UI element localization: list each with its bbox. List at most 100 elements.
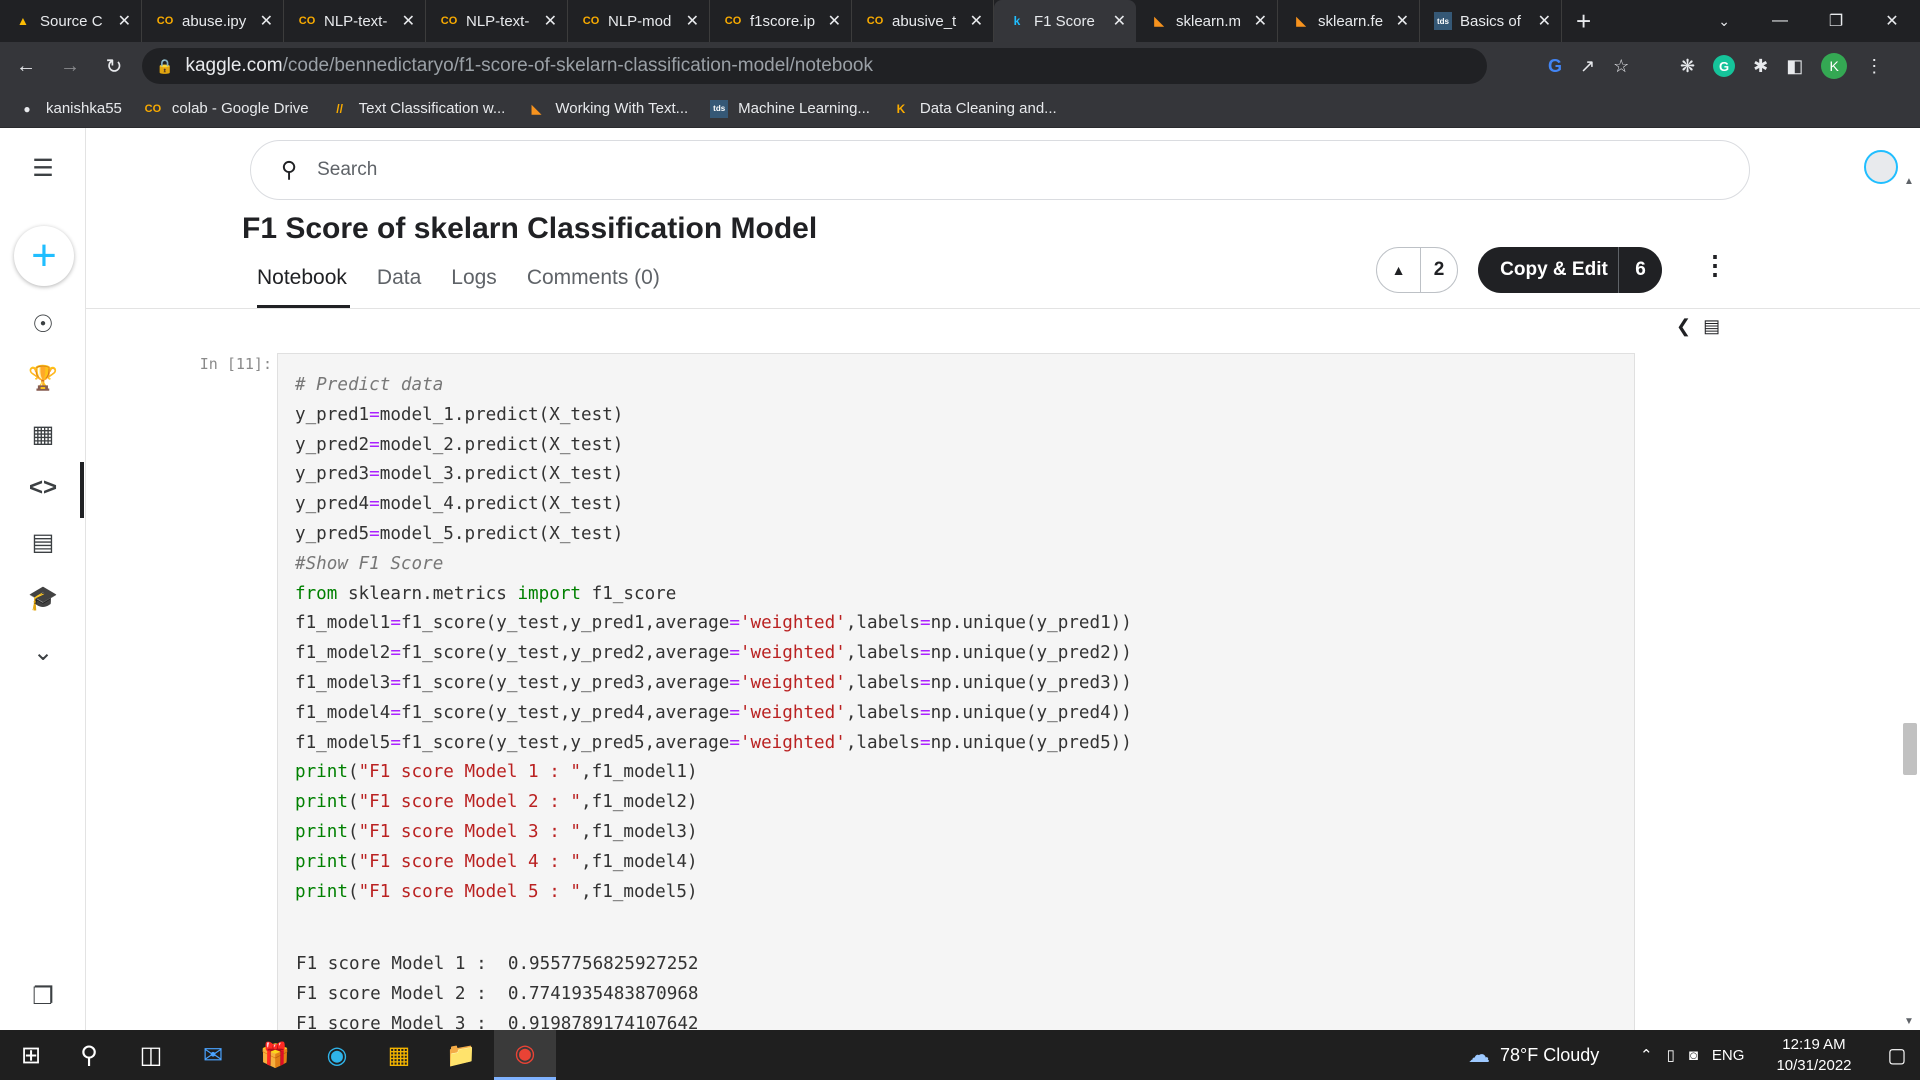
scrollbar-thumb[interactable] (1903, 723, 1917, 775)
scroll-up-arrow-icon[interactable]: ▲ (1904, 176, 1914, 187)
reload-icon[interactable]: ↻ (96, 48, 132, 84)
browser-tab[interactable]: CO NLP-text- ✕ (284, 0, 426, 42)
chrome-taskbar-icon[interactable]: ◉ (494, 1030, 556, 1080)
address-bar[interactable]: 🔒 kaggle.com/code/bennedictaryo/f1-score… (142, 48, 1487, 84)
tab-search-icon[interactable]: ⌄ (1718, 0, 1730, 42)
edge-icon[interactable]: ◉ (306, 1030, 368, 1080)
recently-viewed-icon[interactable]: ❐ (0, 976, 86, 1016)
tab-close-icon[interactable]: ✕ (686, 11, 699, 31)
bookmark-item[interactable]: tds Machine Learning... (710, 99, 870, 118)
table-of-contents-icon[interactable]: ▤ (1703, 316, 1720, 337)
forward-icon[interactable]: → (52, 48, 88, 84)
tray-chevron-up-icon[interactable]: ⌃ (1640, 1046, 1653, 1064)
profile-avatar[interactable]: K (1821, 53, 1848, 79)
clock[interactable]: 12:19 AM 10/31/2022 (1760, 1034, 1868, 1076)
code-token: 'weighted' (739, 702, 846, 723)
bookmark-item[interactable]: ● kanishka55 (18, 100, 122, 118)
copy-edit-button[interactable]: Copy & Edit 6 (1478, 247, 1662, 293)
learn-icon[interactable]: 🎓 (0, 578, 86, 618)
tab-logs[interactable]: Logs (451, 266, 497, 290)
browser-tab[interactable]: k F1 Score ✕ (994, 0, 1136, 42)
new-tab-button[interactable]: + (1576, 0, 1591, 42)
code-token: y_pred3 (295, 464, 370, 485)
code-token: ,labels (845, 732, 920, 753)
share-icon[interactable]: ↗ (1580, 56, 1595, 77)
tab-close-icon[interactable]: ✕ (1538, 11, 1551, 31)
compass-icon[interactable]: ☉ (0, 304, 86, 344)
browser-tab[interactable]: ◣ sklearn.fe ✕ (1278, 0, 1420, 42)
battery-icon[interactable]: ▯ (1667, 1046, 1675, 1064)
browser-tab[interactable]: CO NLP-mod ✕ (568, 0, 710, 42)
side-panel-icon[interactable]: ◧ (1786, 56, 1803, 77)
minimize-icon[interactable]: — (1752, 0, 1808, 42)
browser-tab[interactable]: ◣ sklearn.m ✕ (1136, 0, 1278, 42)
back-icon[interactable]: ← (8, 48, 44, 84)
browser-tab[interactable]: CO abuse.ipy ✕ (142, 0, 284, 42)
store-icon[interactable]: ▦ (368, 1030, 430, 1080)
user-avatar[interactable] (1864, 150, 1898, 184)
scroll-down-arrow-icon[interactable]: ▼ (1904, 1016, 1914, 1027)
create-button[interactable]: + (14, 226, 74, 286)
code-icon[interactable]: <> (0, 468, 86, 508)
chevron-left-icon[interactable]: ❮ (1676, 316, 1691, 337)
chrome-menu-icon[interactable]: ⋮ (1865, 56, 1883, 77)
tab-close-icon[interactable]: ✕ (828, 11, 841, 31)
grammarly-icon[interactable]: G (1713, 55, 1736, 77)
search-input[interactable]: ⚲ Search (250, 140, 1750, 200)
tab-close-icon[interactable]: ✕ (402, 11, 415, 31)
trophy-icon[interactable]: 🏆 (0, 358, 86, 398)
bookmark-item[interactable]: ◣ Working With Text... (527, 100, 688, 118)
taskbar-search-icon[interactable]: ⚲ (58, 1030, 120, 1080)
notifications-icon[interactable]: ▢ (1874, 1030, 1920, 1080)
bookmark-item[interactable]: CO colab - Google Drive (144, 100, 309, 118)
chevron-down-icon[interactable]: ⌄ (0, 632, 86, 672)
upvote-arrow-icon[interactable]: ▲ (1377, 247, 1421, 293)
restore-icon[interactable]: ❐ (1808, 0, 1864, 42)
bookmark-star-icon[interactable]: ☆ (1613, 56, 1629, 77)
tab-close-icon[interactable]: ✕ (1396, 11, 1409, 31)
tab-notebook[interactable]: Notebook (257, 266, 347, 290)
lock-icon[interactable]: 🔒 (156, 58, 173, 75)
tab-comments[interactable]: Comments (0) (527, 266, 660, 290)
extensions-puzzle-icon[interactable]: ✱ (1753, 56, 1768, 77)
colab-icon: CO (440, 15, 458, 27)
colab-icon: CO (724, 15, 742, 27)
browser-tab[interactable]: CO NLP-text- ✕ (426, 0, 568, 42)
browser-tab[interactable]: CO f1score.ip ✕ (710, 0, 852, 42)
code-token: f1_model2 (295, 643, 391, 664)
tab-close-icon[interactable]: ✕ (1254, 11, 1267, 31)
upvote-button[interactable]: ▲ 2 (1376, 247, 1458, 293)
mail-icon[interactable]: ✉ (182, 1030, 244, 1080)
code-token: f1_score(y_test,y_pred1,average (400, 613, 730, 634)
tab-close-icon[interactable]: ✕ (544, 11, 557, 31)
bookmark-item[interactable]: K Data Cleaning and... (892, 100, 1057, 118)
weather-widget[interactable]: ☁ 78°F Cloudy (1468, 1030, 1599, 1080)
tab-title: Basics of (1460, 12, 1521, 30)
scrollbar[interactable] (1902, 210, 1918, 1030)
browser-tab[interactable]: ▲ Source C ✕ (0, 0, 142, 42)
tab-close-icon[interactable]: ✕ (118, 11, 131, 31)
task-view-icon[interactable]: ◫ (120, 1030, 182, 1080)
tab-close-icon[interactable]: ✕ (260, 11, 273, 31)
wifi-icon[interactable]: ◙ (1689, 1047, 1698, 1064)
language-indicator[interactable]: ENG (1712, 1047, 1745, 1064)
close-window-icon[interactable]: ✕ (1864, 0, 1920, 42)
more-options-icon[interactable]: ⋮ (1702, 250, 1728, 281)
gift-icon[interactable]: 🎁 (244, 1030, 306, 1080)
cell-output: F1 score Model 1 : 0.9557756825927252 F1 … (296, 949, 699, 1039)
file-explorer-icon[interactable]: 📁 (430, 1030, 492, 1080)
browser-tab[interactable]: CO abusive_t ✕ (852, 0, 994, 42)
discussion-icon[interactable]: ▤ (0, 522, 86, 562)
table-icon[interactable]: ▦ (0, 414, 86, 454)
windows-start-icon[interactable]: ⊞ (0, 1030, 62, 1080)
tab-close-icon[interactable]: ✕ (1113, 11, 1126, 31)
google-lens-icon[interactable]: G (1548, 56, 1562, 77)
tab-close-icon[interactable]: ✕ (970, 11, 983, 31)
hamburger-menu-icon[interactable]: ☰ (0, 148, 86, 188)
extension-openai-icon[interactable]: ❋ (1680, 56, 1695, 77)
bookmark-item[interactable]: // Text Classification w... (331, 100, 505, 118)
bookmark-icon: // (336, 101, 343, 116)
tab-data[interactable]: Data (377, 266, 421, 290)
browser-tab[interactable]: tds Basics of ✕ (1420, 0, 1562, 42)
code-line: f1_model5=f1_score(y_test,y_pred5,averag… (295, 729, 1132, 759)
